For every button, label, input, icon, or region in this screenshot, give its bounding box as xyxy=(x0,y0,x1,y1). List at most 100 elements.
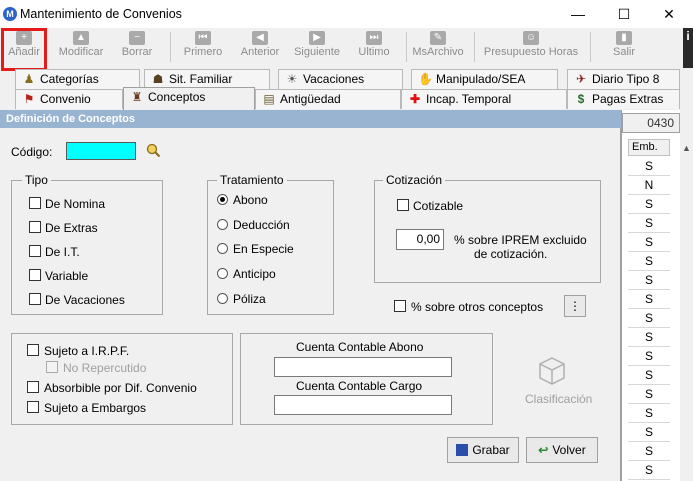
emb-cell[interactable]: S xyxy=(628,385,670,404)
cuenta-cargo-label: Cuenta Contable Cargo xyxy=(296,379,423,393)
otros-conceptos-checkbox[interactable] xyxy=(394,300,406,312)
emb-cell[interactable]: S xyxy=(628,290,670,309)
abono-label: Abono xyxy=(233,193,268,207)
tratamiento-legend: Tratamiento xyxy=(217,173,287,187)
toolbar-separator xyxy=(406,32,407,62)
emb-cell[interactable]: S xyxy=(628,157,670,176)
absorbible-checkbox[interactable] xyxy=(27,381,39,393)
emb-cell[interactable]: S xyxy=(628,423,670,442)
cuenta-cargo-input[interactable] xyxy=(274,395,452,415)
otros-conceptos-button[interactable]: ⋮ xyxy=(564,295,586,317)
de-nomina-label: De Nomina xyxy=(45,197,106,211)
tab-conceptos[interactable]: ♜ Conceptos xyxy=(123,87,255,110)
emb-cell[interactable]: S xyxy=(628,271,670,290)
info-icon[interactable]: i xyxy=(683,28,693,68)
emb-column-header[interactable]: Emb. xyxy=(628,139,670,156)
delete-label: Borrar xyxy=(121,46,153,58)
tower-icon: ♜ xyxy=(131,90,143,104)
tab-antiguedad[interactable]: ▤ Antigüedad xyxy=(255,89,401,109)
tab-convenio[interactable]: ⚑ Convenio xyxy=(15,89,123,109)
search-icon[interactable] xyxy=(145,142,161,158)
cotizable-checkbox[interactable] xyxy=(397,199,409,211)
tab-pagas-extras[interactable]: $ Pagas Extras xyxy=(567,89,680,109)
de-nomina-checkbox[interactable] xyxy=(29,197,41,209)
last-button[interactable]: ⏭ Ultimo xyxy=(354,28,394,66)
tab-label: Pagas Extras xyxy=(592,92,664,106)
embargos-checkbox[interactable] xyxy=(27,401,39,413)
sujeto-irpf-checkbox[interactable] xyxy=(27,344,39,356)
tab-sit-familiar[interactable]: ☗ Sit. Familiar xyxy=(144,69,270,89)
no-repercutido-label: No Repercutido xyxy=(63,361,147,375)
otros-conceptos-label: % sobre otros conceptos xyxy=(411,300,544,314)
tab-categorias[interactable]: ♟ Categorías xyxy=(15,69,140,89)
previous-button[interactable]: ◀ Anterior xyxy=(237,28,283,66)
emb-cell[interactable]: S xyxy=(628,309,670,328)
exit-label: Salir xyxy=(612,46,635,58)
scroll-up-arrow-icon[interactable]: ▲ xyxy=(680,139,693,157)
emb-cell[interactable]: S xyxy=(628,461,670,480)
tab-label: Antigüedad xyxy=(280,92,341,106)
toolbar-separator xyxy=(170,32,171,62)
emb-cell[interactable]: S xyxy=(628,252,670,271)
exit-button[interactable]: ▮ Salir xyxy=(606,28,642,66)
emb-cell[interactable]: N xyxy=(628,176,670,195)
tab-manipulado-sea[interactable]: ✋ Manipulado/SEA xyxy=(411,69,558,89)
no-repercutido-checkbox[interactable] xyxy=(46,361,58,373)
msarchivo-button[interactable]: ✎ MsArchivo xyxy=(410,28,466,66)
next-button[interactable]: ▶ Siguiente xyxy=(292,28,342,66)
cotizable-label: Cotizable xyxy=(413,199,464,213)
de-extras-checkbox[interactable] xyxy=(29,221,41,233)
anticipo-radio[interactable] xyxy=(217,268,228,279)
poliza-radio[interactable] xyxy=(217,293,228,304)
box-icon[interactable] xyxy=(537,355,567,387)
deduccion-radio[interactable] xyxy=(217,219,228,230)
iprem-desc-line1: % sobre IPREM excluido xyxy=(454,233,587,247)
en-especie-radio[interactable] xyxy=(217,243,228,254)
emb-cell[interactable]: S xyxy=(628,328,670,347)
presupuesto-horas-label: Presupuesto Horas xyxy=(483,46,579,58)
abono-radio[interactable] xyxy=(217,194,228,205)
family-icon: ☗ xyxy=(152,72,164,86)
emb-cell[interactable]: S xyxy=(628,404,670,423)
modify-button[interactable]: ▲ Modificar xyxy=(57,28,105,66)
de-vacaciones-label: De Vacaciones xyxy=(45,293,125,307)
money-bag-icon: $ xyxy=(577,92,585,106)
emb-cell[interactable]: S xyxy=(628,366,670,385)
iprem-percent-input[interactable]: 0,00 xyxy=(396,229,444,250)
cotizacion-legend: Cotización xyxy=(383,173,446,187)
emb-cell[interactable]: S xyxy=(628,442,670,461)
grabar-button[interactable]: Grabar xyxy=(447,437,519,463)
first-button[interactable]: ⏮ Primero xyxy=(180,28,226,66)
emb-cell[interactable]: S xyxy=(628,233,670,252)
codigo-input[interactable] xyxy=(66,142,136,160)
cuenta-abono-label: Cuenta Contable Abono xyxy=(296,340,424,354)
presupuesto-horas-button[interactable]: ☺ Presupuesto Horas xyxy=(481,28,581,66)
tab-vacaciones[interactable]: ☀ Vacaciones xyxy=(278,69,403,89)
de-vacaciones-checkbox[interactable] xyxy=(29,293,41,305)
minimize-button[interactable]: — xyxy=(563,3,593,25)
add-button-highlight xyxy=(1,28,47,71)
clasificacion-label: Clasificación xyxy=(525,392,593,406)
dialog-header: Definición de Conceptos xyxy=(0,110,621,128)
close-button[interactable]: ✕ xyxy=(654,3,684,25)
emb-cell[interactable]: S xyxy=(628,214,670,233)
maximize-button[interactable]: ☐ xyxy=(609,3,639,25)
app-icon: M xyxy=(3,7,17,21)
plane-icon: ✈ xyxy=(575,72,587,86)
de-it-checkbox[interactable] xyxy=(29,245,41,257)
emb-cell[interactable]: S xyxy=(628,347,670,366)
next-label: Siguiente xyxy=(294,46,340,58)
emb-cell[interactable]: S xyxy=(628,195,670,214)
volver-button[interactable]: ↩ Volver xyxy=(526,437,598,463)
sujeto-irpf-label: Sujeto a I.R.P.F. xyxy=(44,344,130,358)
cuenta-abono-input[interactable] xyxy=(274,357,452,377)
variable-checkbox[interactable] xyxy=(29,269,41,281)
last-label: Ultimo xyxy=(358,46,390,58)
delete-button[interactable]: − Borrar xyxy=(117,28,157,66)
tab-label: Categorías xyxy=(40,72,99,86)
poliza-label: Póliza xyxy=(233,292,266,306)
vertical-scrollbar[interactable] xyxy=(680,110,693,481)
red-cross-icon: ✚ xyxy=(409,92,421,106)
tab-incap-temporal[interactable]: ✚ Incap. Temporal xyxy=(401,89,567,109)
tab-diario-tipo-8[interactable]: ✈ Diario Tipo 8 xyxy=(567,69,680,89)
